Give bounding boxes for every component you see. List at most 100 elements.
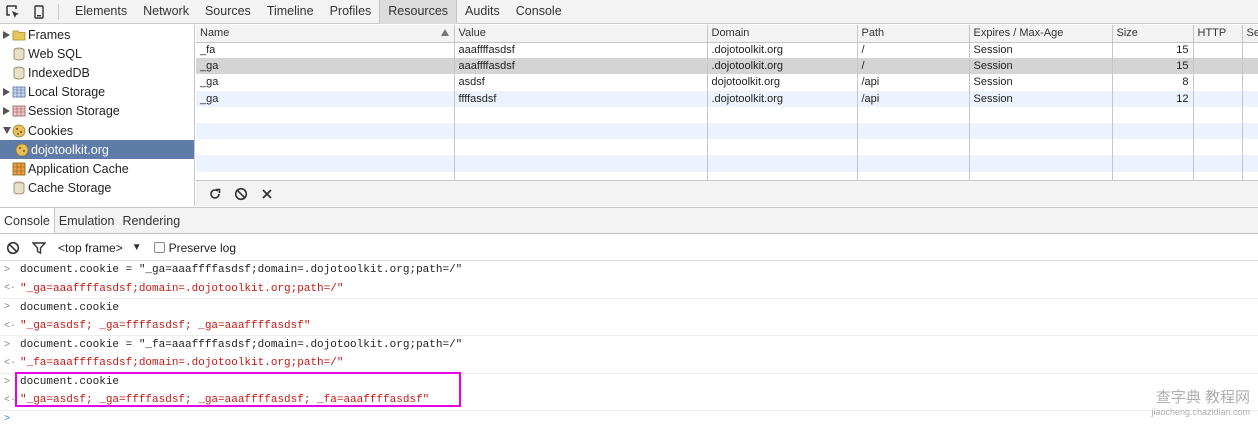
sidebar-item-local-storage[interactable]: Local Storage [0, 83, 194, 102]
cell-secure [1242, 90, 1258, 107]
delete-icon[interactable] [254, 182, 280, 206]
sidebar-item-indexeddb[interactable]: IndexedDB [0, 63, 194, 82]
clear-console-icon[interactable] [0, 236, 26, 260]
cell-http [1193, 58, 1243, 75]
input-prompt-icon: > [4, 264, 11, 276]
tab-profiles[interactable]: Profiles [322, 0, 380, 24]
tab-sources[interactable]: Sources [197, 0, 259, 24]
preserve-log-label: Preserve log [168, 240, 236, 255]
sidebar-item-session-storage[interactable]: Session Storage [0, 102, 194, 121]
cell-value: asdsf [454, 74, 708, 91]
cell-domain: .dojotoolkit.org [707, 58, 858, 75]
cookie-icon [12, 124, 26, 138]
table-icon [12, 85, 26, 99]
sidebar-item-label: Local Storage [28, 85, 106, 100]
console-input-line: > document.cookie = "_fa=aaaffffasdsf;dom… [0, 335, 1258, 354]
cell-domain: dojotoolkit.org [707, 74, 858, 91]
expand-triangle-icon[interactable] [2, 88, 11, 97]
cell-name: _ga [196, 58, 455, 75]
result-arrow-icon: <· [4, 357, 17, 369]
grid-icon [12, 162, 26, 176]
column-header-expires[interactable]: Expires / Max-Age [969, 25, 1113, 43]
table-row[interactable]: _fa aaaffffasdsf .dojotoolkit.org / Sess… [196, 42, 1258, 59]
table-row[interactable]: _ga aaaffffasdsf .dojotoolkit.org / Sess… [196, 58, 1258, 75]
cell-expires: Session [969, 58, 1113, 75]
cell-path: /api [857, 90, 970, 107]
sidebar-item-label: IndexedDB [28, 65, 90, 80]
sidebar-item-cache-storage[interactable]: Cache Storage [0, 179, 194, 198]
cell-path: /api [857, 74, 970, 91]
cell-expires: Session [969, 74, 1113, 91]
filter-icon[interactable] [26, 236, 52, 260]
cell-expires: Session [969, 42, 1113, 59]
column-header-domain[interactable]: Domain [707, 25, 858, 43]
cell-http [1193, 74, 1243, 91]
empty-row [196, 139, 1258, 156]
inspect-icon[interactable] [0, 0, 26, 24]
console-result-line: <· "_ga=asdsf; _ga=ffffasdsf; _ga=aaaffff… [0, 317, 1258, 336]
database-icon [12, 47, 26, 61]
sidebar-item-cookies[interactable]: Cookies [0, 121, 194, 140]
device-mode-icon[interactable] [26, 0, 52, 24]
clear-all-icon[interactable] [228, 182, 254, 206]
result-arrow-icon: <· [4, 320, 17, 332]
cell-http [1193, 90, 1243, 107]
cell-http [1193, 42, 1243, 59]
tab-resources[interactable]: Resources [379, 0, 458, 24]
cell-name: _ga [196, 74, 455, 91]
cell-domain: .dojotoolkit.org [707, 42, 858, 59]
frame-selector[interactable]: <top frame> [58, 241, 123, 255]
sidebar-item-web-sql[interactable]: Web SQL [0, 44, 194, 63]
folder-icon [12, 28, 26, 42]
column-header-value[interactable]: Value [454, 25, 708, 43]
sidebar-item-dojotoolkit[interactable]: dojotoolkit.org [0, 140, 194, 160]
table-row[interactable]: _ga asdsf dojotoolkit.org /api Session 8 [196, 74, 1258, 91]
preserve-log-checkbox[interactable] [153, 242, 165, 253]
expand-triangle-icon[interactable] [2, 30, 11, 39]
drawer-tab-console[interactable]: Console [0, 208, 55, 233]
tab-timeline[interactable]: Timeline [259, 0, 322, 24]
refresh-icon[interactable] [202, 182, 228, 206]
empty-row [196, 106, 1258, 123]
cell-value: ffffasdsf [454, 90, 708, 107]
tab-console[interactable]: Console [508, 0, 570, 24]
cell-secure [1242, 74, 1258, 91]
column-header-http[interactable]: HTTP [1193, 25, 1243, 43]
column-header-path[interactable]: Path [857, 25, 970, 43]
drawer-tab-emulation[interactable]: Emulation [55, 208, 119, 233]
table-header-row: Name Value Domain Path Expires / Max-Age… [196, 25, 1258, 43]
empty-row [196, 155, 1258, 172]
column-header-name[interactable]: Name [196, 25, 455, 43]
table-row[interactable]: _ga ffffasdsf .dojotoolkit.org /api Sess… [196, 90, 1258, 107]
sidebar-item-frames[interactable]: Frames [0, 25, 194, 44]
sidebar-item-label: Web SQL [28, 46, 82, 61]
cell-size: 12 [1112, 90, 1194, 107]
console-toolbar: <top frame> ▼ Preserve log [0, 235, 1258, 261]
empty-row [196, 122, 1258, 140]
tab-network[interactable]: Network [135, 0, 197, 24]
cell-name: _ga [196, 90, 455, 107]
input-prompt-icon: > [4, 339, 11, 351]
cookie-icon [15, 143, 29, 157]
collapse-triangle-icon[interactable] [2, 126, 11, 135]
expand-triangle-icon[interactable] [2, 107, 11, 116]
column-header-secure[interactable]: Se [1242, 25, 1258, 43]
sidebar-item-label: Cookies [28, 123, 74, 138]
drawer-tab-rendering[interactable]: Rendering [118, 208, 184, 233]
empty-row [196, 171, 1258, 180]
tab-audits[interactable]: Audits [457, 0, 508, 24]
sidebar-item-label: Session Storage [28, 104, 120, 119]
console-result-line: <· "_ga=aaaffffasdsf;domain=.dojotoolkit.… [0, 280, 1258, 299]
console-prompt[interactable]: > [0, 409, 1258, 424]
column-header-size[interactable]: Size [1112, 25, 1194, 43]
watermark: 查字典 教程网 jiaocheng.chazidian.com [1151, 389, 1250, 417]
cell-secure [1242, 42, 1258, 59]
dropdown-arrow-icon[interactable]: ▼ [132, 242, 142, 253]
cell-size: 8 [1112, 74, 1194, 91]
sort-ascending-icon [440, 29, 449, 36]
tab-elements[interactable]: Elements [67, 0, 135, 24]
cell-path: / [857, 42, 970, 59]
console-input-line: > document.cookie = "_ga=aaaffffasdsf;dom… [0, 261, 1258, 280]
result-arrow-icon: <· [4, 283, 17, 295]
sidebar-item-application-cache[interactable]: Application Cache [0, 159, 194, 178]
